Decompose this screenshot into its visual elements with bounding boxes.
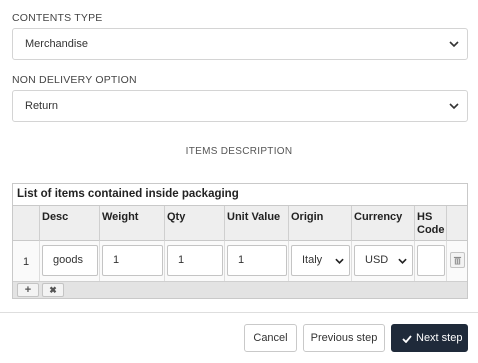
chevron-down-icon bbox=[449, 103, 459, 110]
contents-type-select[interactable]: Merchandise bbox=[12, 28, 468, 60]
hs-code-input[interactable] bbox=[417, 245, 445, 276]
contents-type-label: CONTENTS TYPE bbox=[12, 12, 103, 24]
chevron-down-icon bbox=[335, 258, 344, 264]
row-number-cell: 1 bbox=[13, 241, 39, 281]
next-step-label: Next step bbox=[416, 332, 463, 344]
previous-step-button[interactable]: Previous step bbox=[303, 324, 385, 352]
footer-divider bbox=[0, 312, 478, 313]
weight-input[interactable]: 1 bbox=[102, 245, 163, 276]
weight-cell: 1 bbox=[99, 241, 164, 281]
items-grid-footer: + ✖ bbox=[13, 281, 467, 298]
trash-icon bbox=[453, 256, 462, 265]
header-origin: Origin bbox=[288, 206, 351, 241]
table-row: 1 goods 1 1 1 Italy USD bbox=[13, 241, 467, 281]
non-delivery-value: Return bbox=[25, 100, 59, 112]
header-hs-code: HS Code bbox=[414, 206, 446, 241]
items-description-title: ITEMS DESCRIPTION bbox=[185, 146, 293, 157]
currency-cell: USD bbox=[351, 241, 414, 281]
header-currency: Currency bbox=[351, 206, 414, 241]
non-delivery-select[interactable]: Return bbox=[12, 90, 468, 122]
header-hs-code-line2: Code bbox=[417, 224, 445, 236]
desc-cell: goods bbox=[39, 241, 99, 281]
origin-cell: Italy bbox=[288, 241, 351, 281]
contents-type-value: Merchandise bbox=[25, 38, 88, 50]
hs-code-cell bbox=[414, 241, 446, 281]
cancel-button[interactable]: Cancel bbox=[244, 324, 297, 352]
header-weight: Weight bbox=[99, 206, 164, 241]
actions-cell bbox=[446, 241, 467, 281]
remove-row-button[interactable]: ✖ bbox=[42, 283, 64, 297]
header-actions bbox=[446, 206, 467, 241]
currency-select[interactable]: USD bbox=[354, 245, 413, 276]
add-row-button[interactable]: + bbox=[17, 283, 39, 297]
non-delivery-label: NON DELIVERY OPTION bbox=[12, 74, 137, 86]
chevron-down-icon bbox=[449, 41, 459, 48]
unit-value-input[interactable]: 1 bbox=[227, 245, 287, 276]
qty-input[interactable]: 1 bbox=[167, 245, 223, 276]
row-number: 1 bbox=[23, 256, 30, 268]
items-grid-header: Desc Weight Qty Unit Value Origin Curren… bbox=[13, 205, 467, 241]
check-icon bbox=[402, 335, 412, 343]
qty-cell: 1 bbox=[164, 241, 224, 281]
delete-row-button[interactable] bbox=[450, 252, 465, 268]
desc-input[interactable]: goods bbox=[42, 245, 98, 276]
unit-value-cell: 1 bbox=[224, 241, 288, 281]
next-step-button[interactable]: Next step bbox=[391, 324, 468, 352]
header-qty: Qty bbox=[164, 206, 224, 241]
header-desc: Desc bbox=[39, 206, 99, 241]
chevron-down-icon bbox=[398, 258, 407, 264]
header-unit-value: Unit Value bbox=[224, 206, 288, 241]
header-rownum bbox=[13, 206, 39, 241]
header-hs-code-line1: HS bbox=[417, 211, 433, 223]
origin-value: Italy bbox=[302, 254, 323, 266]
origin-select[interactable]: Italy bbox=[291, 245, 350, 276]
items-grid: List of items contained inside packaging… bbox=[12, 183, 468, 299]
items-grid-caption: List of items contained inside packaging bbox=[17, 188, 239, 200]
currency-value: USD bbox=[365, 254, 389, 266]
